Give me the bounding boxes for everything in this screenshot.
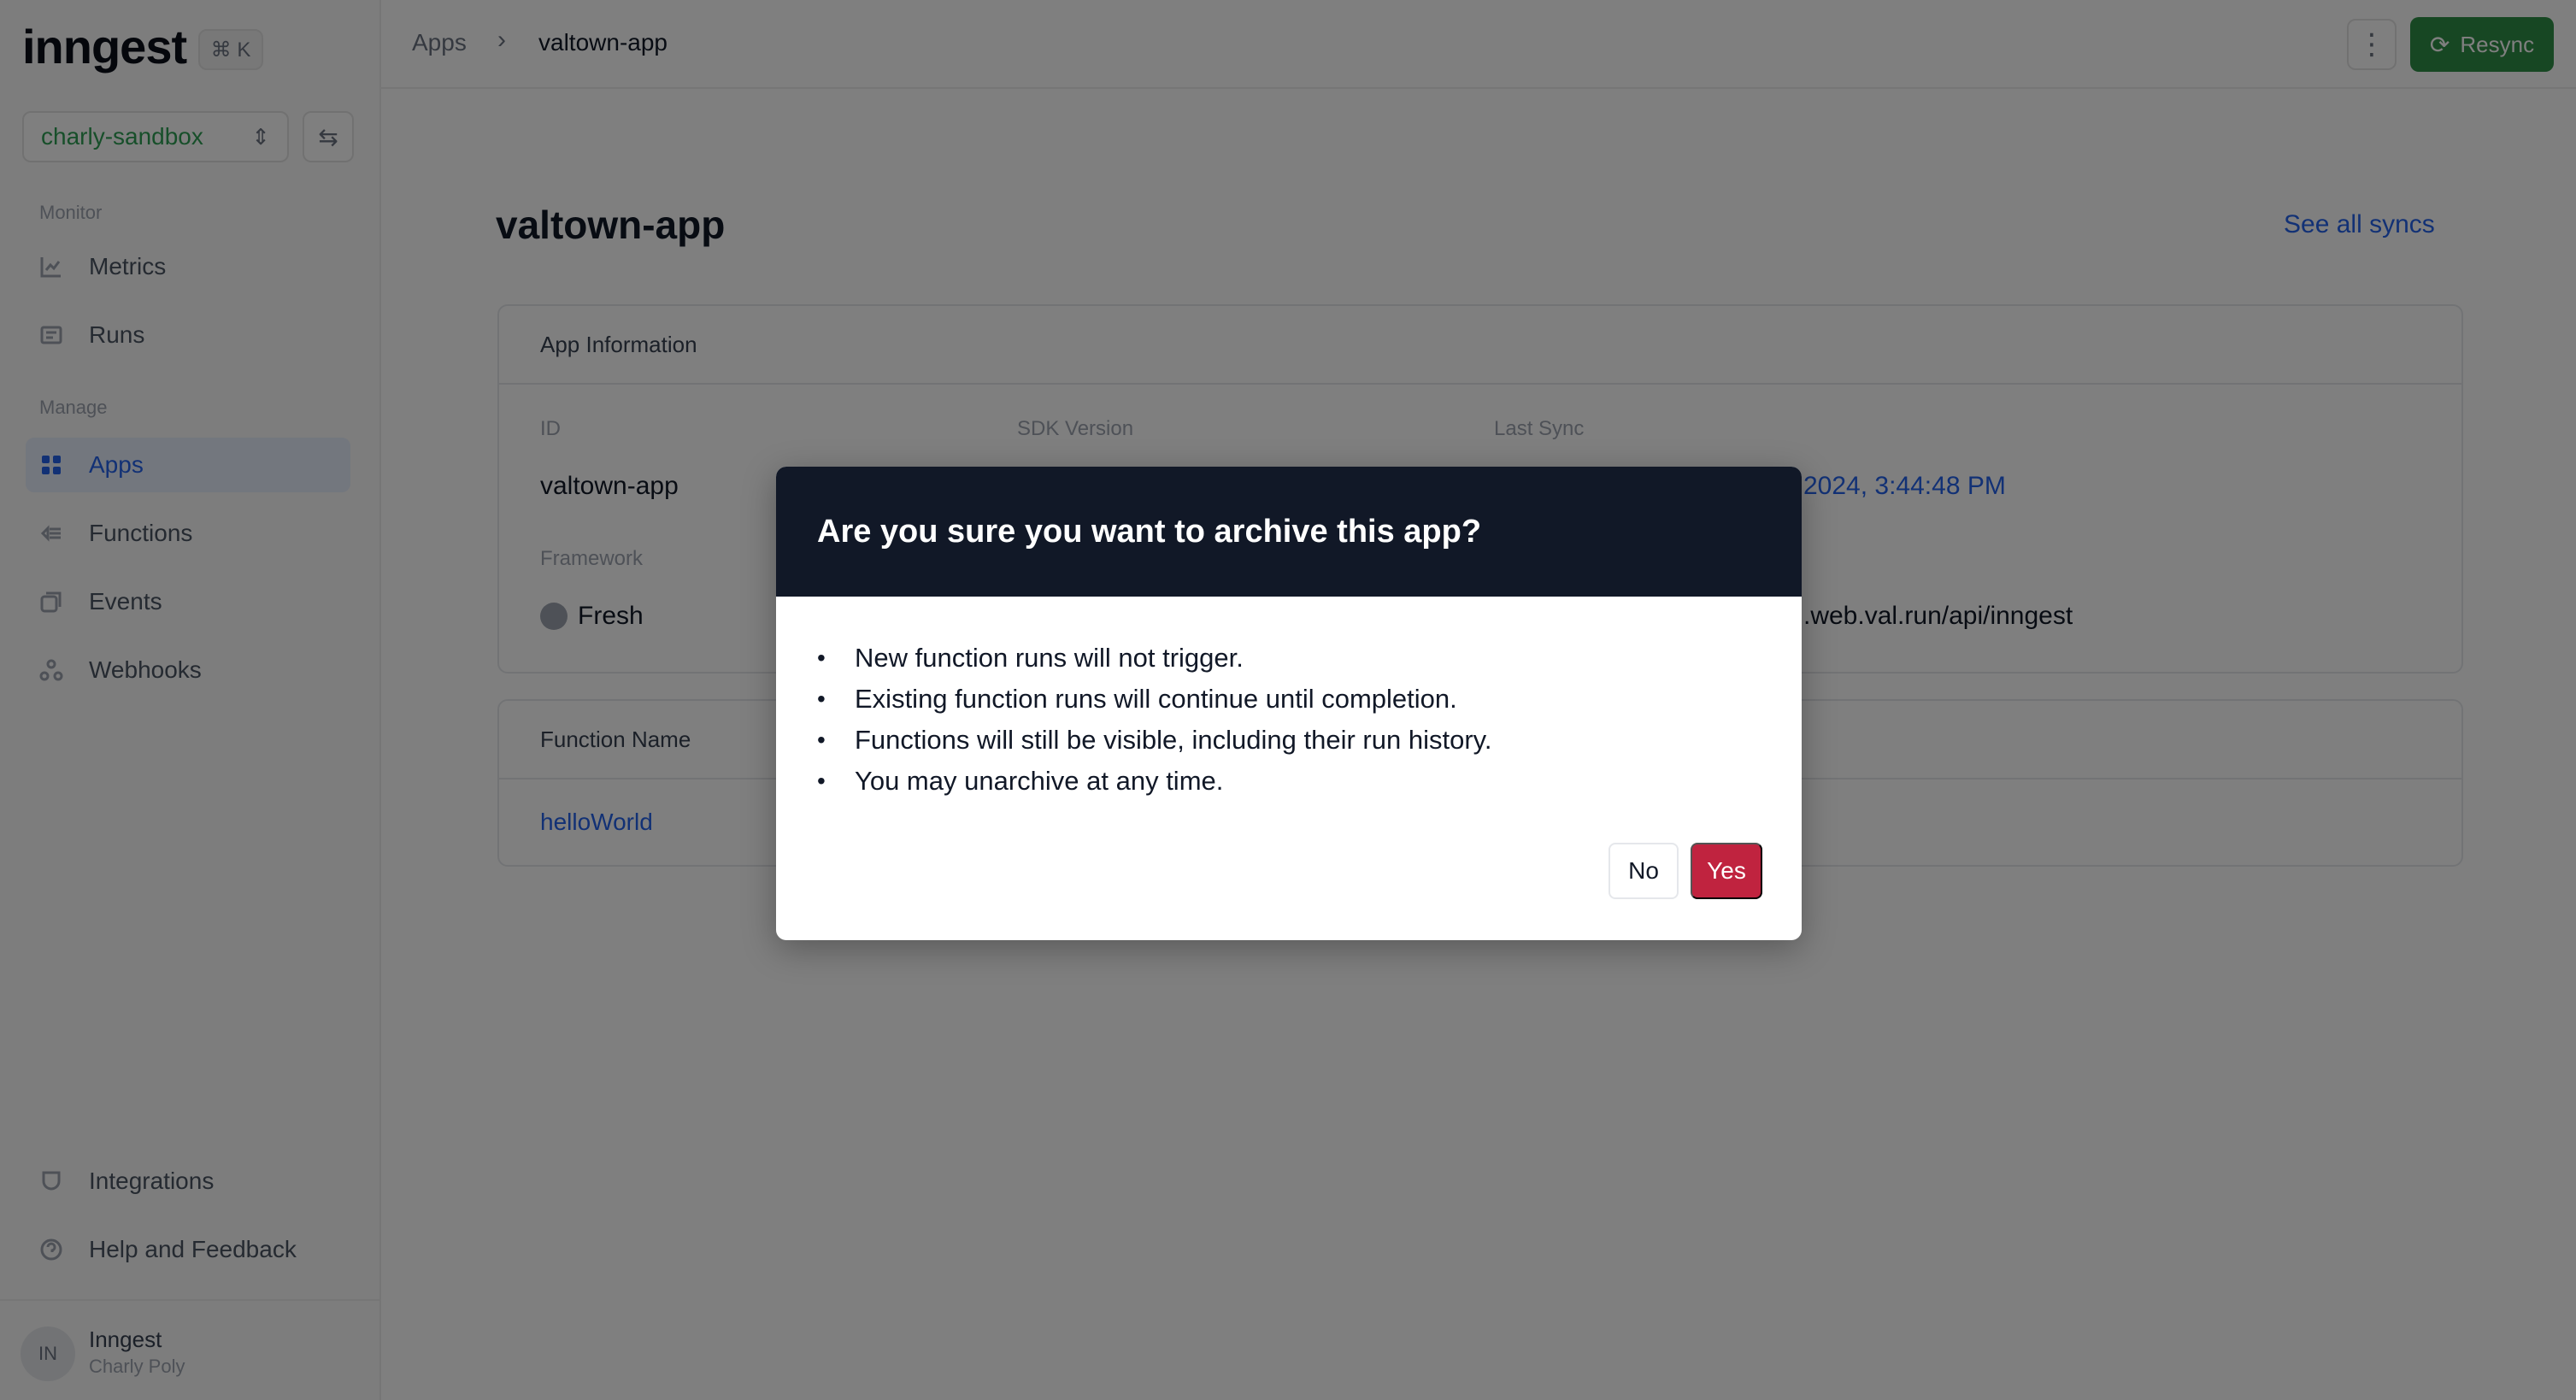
archive-confirm-dialog: Are you sure you want to archive this ap… bbox=[776, 467, 1802, 940]
no-button[interactable]: No bbox=[1609, 843, 1679, 899]
list-item: • You may unarchive at any time. bbox=[817, 761, 1491, 802]
dialog-warning-list: • New function runs will not trigger. • Ex… bbox=[817, 638, 1491, 802]
list-item: • Functions will still be visible, includ… bbox=[817, 720, 1491, 761]
list-item: • New function runs will not trigger. bbox=[817, 638, 1491, 679]
dialog-header: Are you sure you want to archive this ap… bbox=[776, 467, 1802, 597]
list-item-text: Existing function runs will continue unt… bbox=[855, 684, 1457, 714]
list-item-text: New function runs will not trigger. bbox=[855, 643, 1244, 673]
yes-button[interactable]: Yes bbox=[1691, 843, 1762, 899]
dialog-title: Are you sure you want to archive this ap… bbox=[817, 513, 1482, 550]
list-item-text: You may unarchive at any time. bbox=[855, 766, 1224, 796]
list-item: • Existing function runs will continue un… bbox=[817, 679, 1491, 720]
list-item-text: Functions will still be visible, includi… bbox=[855, 725, 1492, 755]
